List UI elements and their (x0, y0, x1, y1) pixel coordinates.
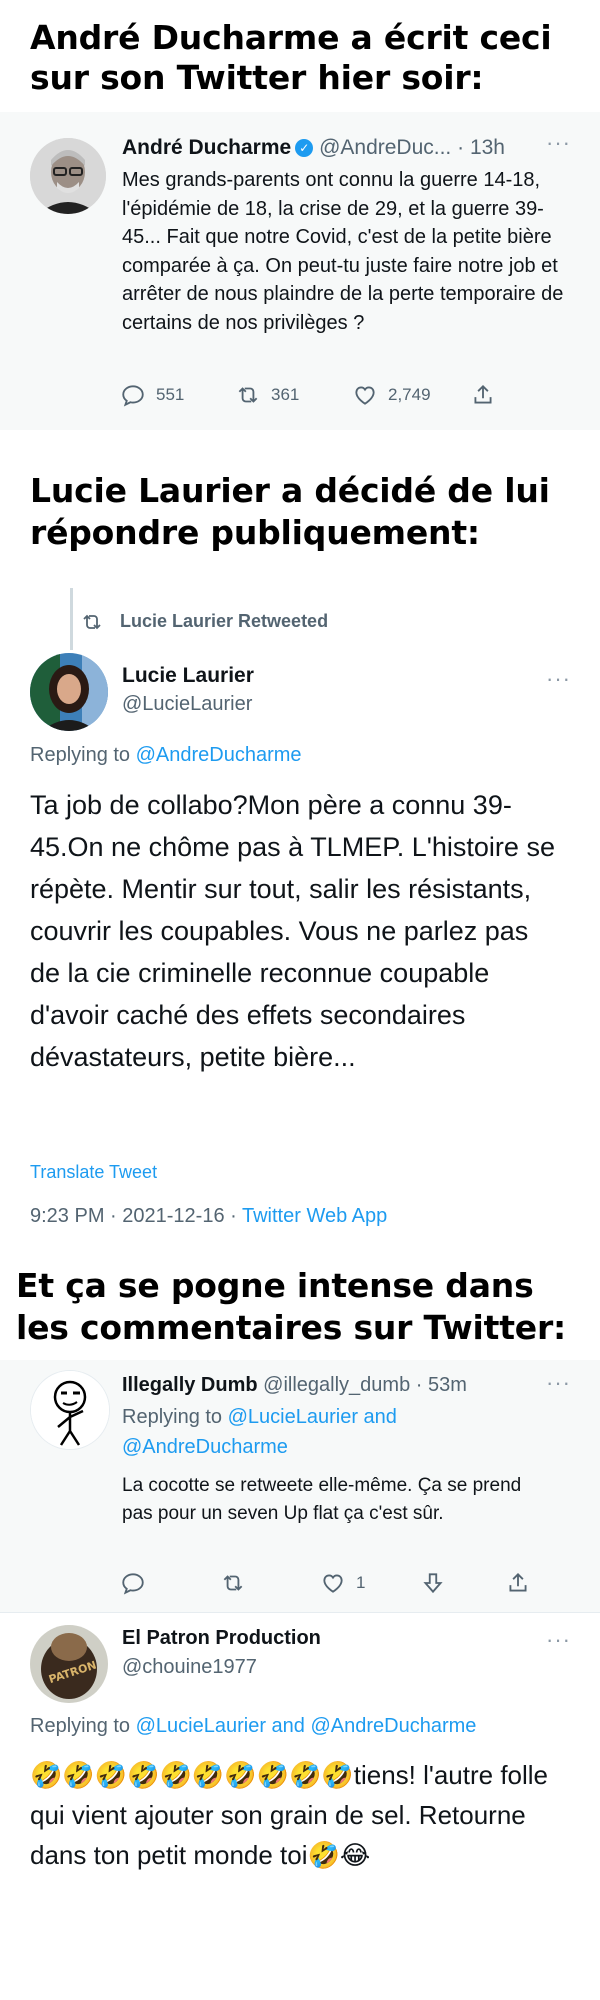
thread-line (70, 588, 73, 650)
retweet-icon (83, 614, 101, 630)
tweet-time[interactable]: · 13h (457, 136, 505, 159)
avatar[interactable] (30, 1370, 110, 1450)
avatar-photo-icon (30, 138, 106, 214)
replying-prefix: Replying to (30, 1715, 131, 1737)
tweet-source-link[interactable]: Twitter Web App (242, 1205, 387, 1227)
author-handle[interactable]: @LucieLaurier (122, 693, 252, 716)
downvote-button[interactable] (420, 1570, 456, 1596)
author-name[interactable]: André Ducharme (122, 136, 291, 159)
retweet-button[interactable] (220, 1570, 256, 1596)
more-options-icon[interactable]: ··· (546, 130, 571, 156)
downvote-arrow-icon (423, 1573, 443, 1594)
comment-text: La cocotte se retweete elle-même. Ça se … (122, 1475, 522, 1524)
like-button[interactable]: 2,749 (352, 382, 431, 408)
retweet-icon (238, 387, 258, 403)
author-handle[interactable]: @illegally_dumb (263, 1374, 410, 1396)
comment-time[interactable]: · 53m (416, 1374, 467, 1396)
reply-icon (122, 385, 144, 407)
reply-button[interactable] (120, 1570, 156, 1596)
author-handle[interactable]: @chouine1977 (122, 1656, 257, 1679)
translate-tweet-link[interactable]: Translate Tweet (30, 1162, 157, 1183)
reply-icon (122, 1573, 144, 1595)
caption-comments-intro: Et ça se pogne intense dans les commenta… (16, 1266, 567, 1347)
more-options-icon[interactable]: ··· (546, 666, 571, 692)
tweet-andre[interactable]: André Ducharme ✓ @AndreDuc... · 13h ··· M… (0, 112, 600, 430)
avatar[interactable]: PATRON (30, 1625, 108, 1703)
replying-prefix: Replying to (122, 1406, 223, 1428)
heart-icon (355, 386, 375, 405)
author-name[interactable]: Lucie Laurier (122, 664, 254, 688)
replying-to-link[interactable]: @AndreDucharme (136, 744, 302, 766)
retweeted-label[interactable]: Lucie Laurier Retweeted (120, 611, 328, 632)
retweet-button[interactable]: 361 (235, 382, 299, 408)
retweet-count: 361 (271, 385, 300, 404)
author-name[interactable]: El Patron Production (122, 1627, 321, 1650)
share-button[interactable] (470, 382, 506, 408)
meme-face-icon (31, 1371, 109, 1449)
share-icon (474, 385, 492, 404)
tweet-text: Ta job de collabo?Mon père a connu 39-45… (30, 790, 555, 1072)
reply-count: 551 (156, 385, 185, 404)
avatar-photo-icon: PATRON (30, 1625, 108, 1703)
share-button[interactable] (505, 1570, 541, 1596)
author-handle[interactable]: @AndreDuc... (319, 136, 451, 159)
tweet-timestamp[interactable]: 9:23 PM · 2021-12-16 · (30, 1205, 242, 1227)
replying-to-link[interactable]: @LucieLaurier and @AndreDucharme (136, 1715, 477, 1737)
avatar-photo-icon (30, 653, 108, 731)
heart-icon (323, 1574, 343, 1593)
replying-prefix: Replying to (30, 744, 131, 766)
tweet-lucie[interactable]: Lucie Laurier Retweeted Lucie Laurier @L… (0, 588, 600, 1252)
more-options-icon[interactable]: ··· (546, 1370, 571, 1396)
more-options-icon[interactable]: ··· (546, 1627, 571, 1653)
caption-intro: André Ducharme a écrit ceci sur son Twit… (30, 18, 552, 97)
reply-button[interactable]: 551 (120, 382, 184, 408)
author-name[interactable]: Illegally Dumb (122, 1374, 258, 1396)
retweet-icon (223, 1575, 243, 1591)
verified-badge-icon: ✓ (295, 139, 314, 157)
caption-reply-intro: Lucie Laurier a décidé de lui répondre p… (30, 471, 550, 552)
avatar[interactable] (30, 653, 108, 731)
like-count: 1 (356, 1573, 366, 1592)
share-icon (509, 1573, 527, 1592)
avatar[interactable] (30, 138, 106, 214)
comment-illegally-dumb[interactable]: Illegally Dumb @illegally_dumb · 53m ···… (0, 1360, 600, 1612)
tweet-text: Mes grands-parents ont connu la guerre 1… (122, 169, 564, 334)
like-button[interactable]: 1 (320, 1570, 365, 1596)
comment-text: 🤣🤣🤣🤣🤣🤣🤣🤣🤣🤣tiens! l'autre folle qui vient… (30, 1760, 549, 1870)
comment-el-patron[interactable]: PATRON El Patron Production @chouine1977… (0, 1613, 600, 2000)
like-count: 2,749 (388, 385, 431, 404)
